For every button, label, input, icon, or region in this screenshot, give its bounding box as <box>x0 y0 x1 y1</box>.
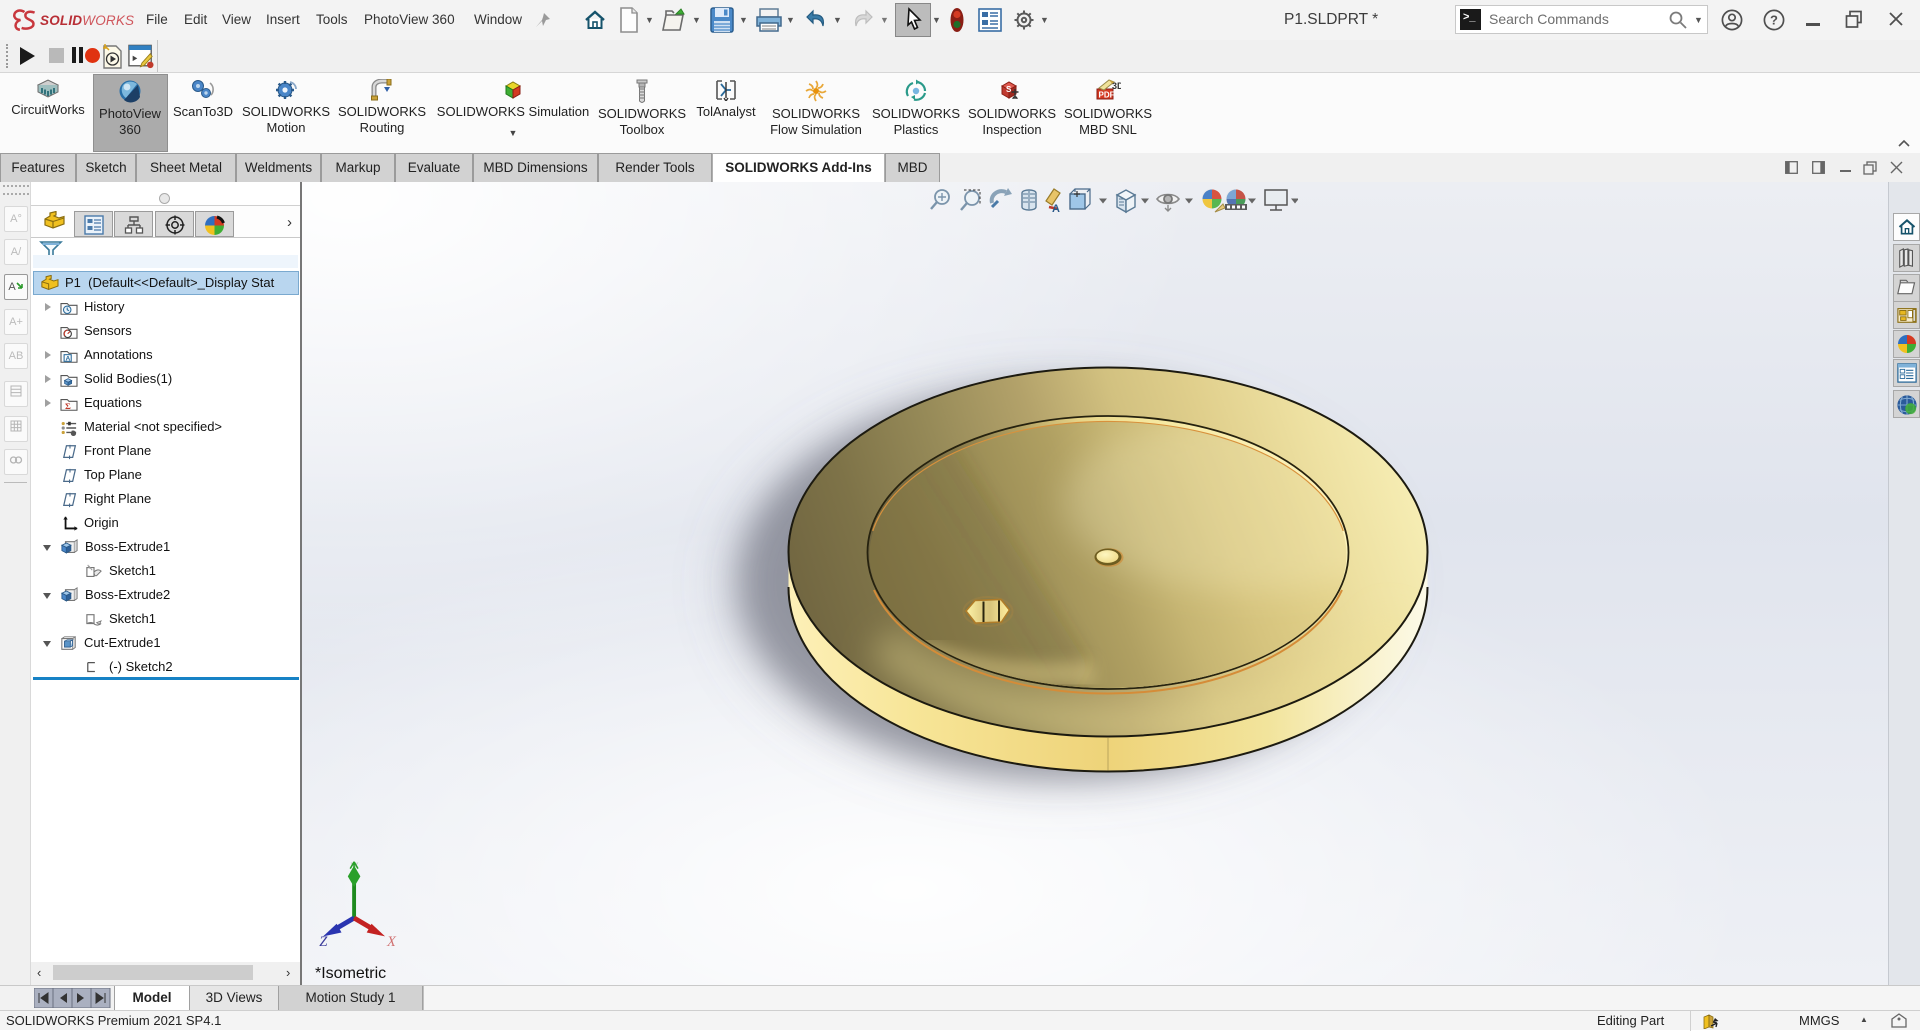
svg-text:A: A <box>1052 203 1060 215</box>
svg-text:PDF: PDF <box>1099 91 1115 100</box>
svg-text:3D: 3D <box>1112 81 1121 91</box>
svg-text:?: ? <box>1770 13 1778 28</box>
svg-text:Z: Z <box>319 934 328 948</box>
svg-text:A: A <box>65 355 70 362</box>
svg-text:X: X <box>386 934 397 948</box>
svg-text:Σ: Σ <box>65 400 71 410</box>
svg-text:S: S <box>1006 85 1012 94</box>
